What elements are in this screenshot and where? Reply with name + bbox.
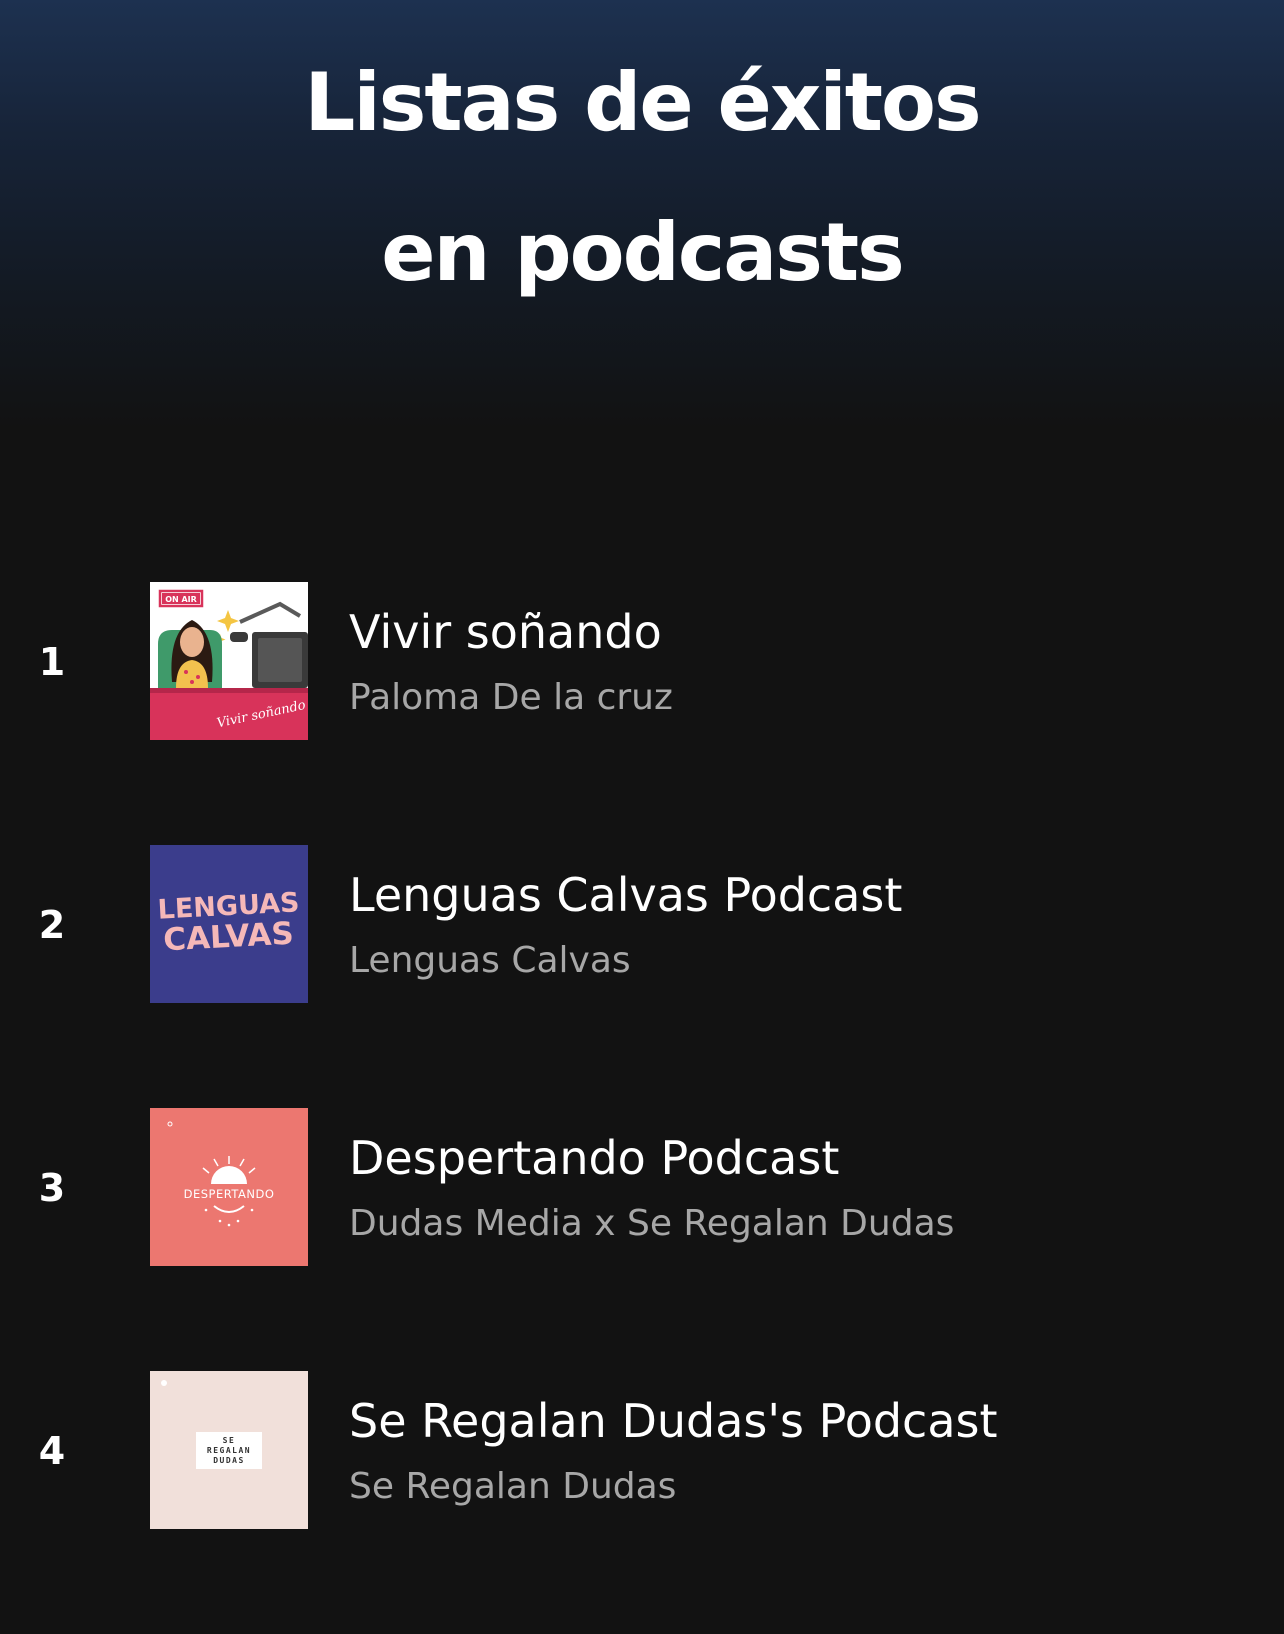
- podcast-title[interactable]: Se Regalan Dudas's Podcast: [349, 1393, 998, 1449]
- despertando-artwork: DESPERTANDO: [150, 1108, 308, 1266]
- vivir-sonando-artwork: ON AIR Vivir soñando: [150, 582, 308, 740]
- se-regalan-dudas-line-3: DUDAS: [213, 1456, 245, 1465]
- page-title-line-1: Listas de éxitos: [304, 56, 981, 149]
- rank-number: 3: [38, 1166, 66, 1210]
- rank-number: 1: [38, 640, 66, 684]
- lenguas-calvas-line-2: CALVAS: [162, 916, 294, 959]
- podcast-row[interactable]: 1 ON AIR Vivir soñando Vivir soñando Pal…: [0, 582, 1284, 845]
- podcast-title[interactable]: Lenguas Calvas Podcast: [349, 867, 902, 923]
- page-title-line-2: en podcasts: [381, 206, 904, 299]
- se-regalan-dudas-line-1: SE: [223, 1436, 236, 1445]
- podcast-chart-list: 1 ON AIR Vivir soñando Vivir soñando Pal…: [0, 582, 1284, 1634]
- podcast-cover-despertando[interactable]: DESPERTANDO: [150, 1108, 308, 1266]
- podcast-cover-vivir-sonando[interactable]: ON AIR Vivir soñando: [150, 582, 308, 740]
- podcast-cover-lenguas-calvas[interactable]: LENGUAS CALVAS: [150, 845, 308, 1003]
- podcast-title[interactable]: Vivir soñando: [349, 604, 662, 660]
- se-regalan-dudas-artwork: SE REGALAN DUDAS: [150, 1371, 308, 1529]
- on-air-badge-text: ON AIR: [165, 595, 197, 604]
- page-title: Listas de éxitos en podcasts: [0, 28, 1284, 328]
- podcast-title[interactable]: Despertando Podcast: [349, 1130, 839, 1186]
- podcast-author[interactable]: Dudas Media x Se Regalan Dudas: [349, 1202, 954, 1246]
- podcast-author[interactable]: Paloma De la cruz: [349, 676, 673, 720]
- podcast-row[interactable]: 4 SE REGALAN DUDAS Se Regalan Dudas's Po…: [0, 1371, 1284, 1634]
- lenguas-calvas-artwork: LENGUAS CALVAS: [150, 845, 308, 1003]
- podcast-author[interactable]: Se Regalan Dudas: [349, 1465, 676, 1509]
- se-regalan-dudas-line-2: REGALAN: [207, 1446, 251, 1455]
- rank-number: 2: [38, 903, 66, 947]
- rank-number: 4: [38, 1429, 66, 1473]
- podcast-row[interactable]: 3 DESPERTANDO Despertando Podcast Dudas …: [0, 1108, 1284, 1371]
- podcast-cover-se-regalan-dudas[interactable]: SE REGALAN DUDAS: [150, 1371, 308, 1529]
- podcast-row[interactable]: 2 LENGUAS CALVAS Lenguas Calvas Podcast …: [0, 845, 1284, 1108]
- despertando-cover-text: DESPERTANDO: [184, 1187, 275, 1201]
- podcast-author[interactable]: Lenguas Calvas: [349, 939, 631, 983]
